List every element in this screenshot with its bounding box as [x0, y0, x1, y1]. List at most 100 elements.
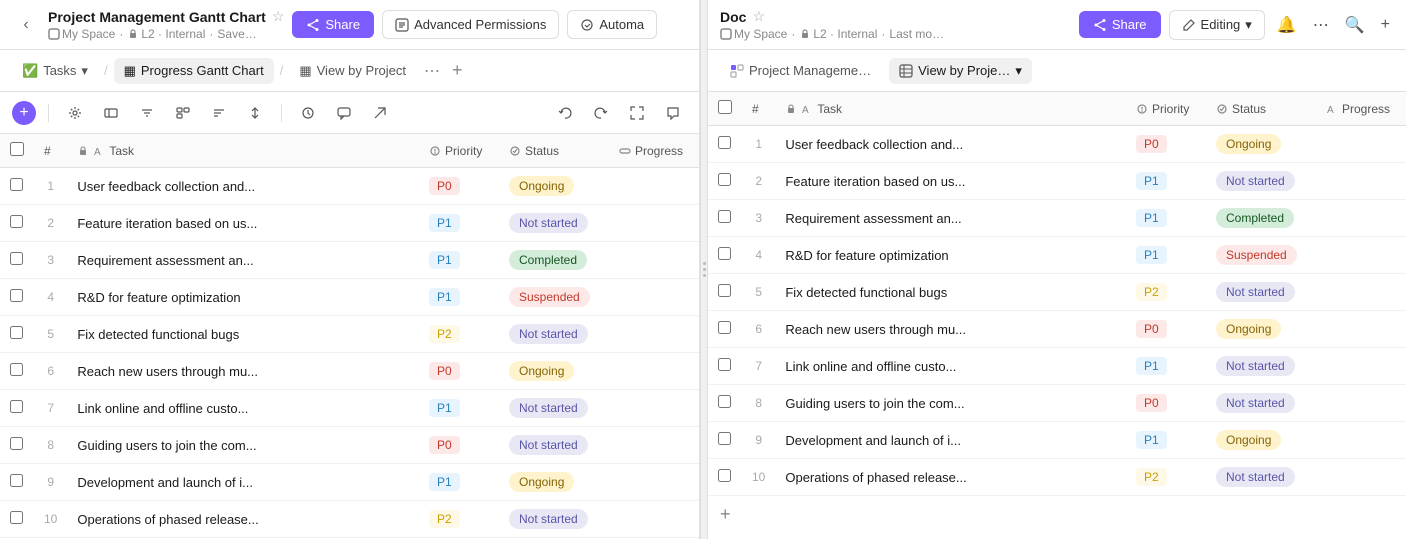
priority-cell[interactable]: P2	[419, 316, 499, 353]
star-icon[interactable]: ☆	[272, 8, 285, 25]
right-select-all[interactable]	[718, 100, 732, 114]
status-cell[interactable]: Not started	[499, 501, 609, 538]
automation-button[interactable]: Automa	[567, 10, 657, 39]
right-task-cell[interactable]: R&D for feature optimization	[775, 237, 1126, 274]
priority-cell[interactable]: P1	[419, 279, 499, 316]
right-status-cell[interactable]: Not started	[1206, 274, 1316, 311]
tab-add-icon[interactable]: +	[448, 56, 467, 85]
row-checkbox[interactable]	[10, 252, 23, 265]
right-task-cell[interactable]: Reach new users through mu...	[775, 311, 1126, 348]
time-button[interactable]	[294, 99, 322, 127]
status-cell[interactable]: Not started	[499, 316, 609, 353]
right-status-cell[interactable]: Completed	[1206, 200, 1316, 237]
comment-button[interactable]	[330, 99, 358, 127]
back-button[interactable]: ‹	[12, 11, 40, 39]
notifications-icon[interactable]: 🔔	[1273, 11, 1301, 39]
right-priority-cell[interactable]: P1	[1126, 200, 1206, 237]
table-row[interactable]: 7 Link online and offline custo... P1 No…	[0, 390, 699, 427]
table-row[interactable]: 10 Operations of phased release... P2 No…	[0, 501, 699, 538]
comment2-button[interactable]	[659, 99, 687, 127]
task-cell[interactable]: Link online and offline custo...	[67, 390, 419, 427]
right-add-icon[interactable]: +	[1377, 12, 1394, 38]
add-row-button[interactable]: +	[12, 101, 36, 125]
right-task-cell[interactable]: Development and launch of i...	[775, 422, 1126, 459]
right-priority-cell[interactable]: P2	[1126, 459, 1206, 496]
right-status-cell[interactable]: Not started	[1206, 385, 1316, 422]
right-share-button[interactable]: Share	[1079, 11, 1161, 38]
advanced-permissions-button[interactable]: Advanced Permissions	[382, 10, 559, 39]
task-cell[interactable]: Guiding users to join the com...	[67, 427, 419, 464]
table-row[interactable]: 1 User feedback collection and... P0 Ong…	[708, 126, 1406, 163]
row-checkbox[interactable]	[10, 178, 23, 191]
right-priority-cell[interactable]: P1	[1126, 348, 1206, 385]
tab-gantt[interactable]: ▦ Progress Gantt Chart	[114, 58, 274, 84]
right-priority-cell[interactable]: P0	[1126, 126, 1206, 163]
settings-button[interactable]	[61, 99, 89, 127]
right-row-checkbox[interactable]	[718, 284, 731, 297]
right-priority-cell[interactable]: P1	[1126, 422, 1206, 459]
tab-view-by-project[interactable]: ▦ View by Project	[289, 58, 416, 84]
status-cell[interactable]: Suspended	[499, 279, 609, 316]
right-status-cell[interactable]: Ongoing	[1206, 311, 1316, 348]
right-status-cell[interactable]: Ongoing	[1206, 126, 1316, 163]
group-button[interactable]	[169, 99, 197, 127]
table-row[interactable]: 1 User feedback collection and... P0 Ong…	[0, 168, 699, 205]
task-cell[interactable]: Feature iteration based on us...	[67, 205, 419, 242]
row-checkbox[interactable]	[10, 215, 23, 228]
right-status-cell[interactable]: Not started	[1206, 459, 1316, 496]
status-cell[interactable]: Not started	[499, 205, 609, 242]
priority-cell[interactable]: P1	[419, 390, 499, 427]
right-row-checkbox[interactable]	[718, 469, 731, 482]
table-row[interactable]: 6 Reach new users through mu... P0 Ongoi…	[708, 311, 1406, 348]
row-checkbox[interactable]	[10, 474, 23, 487]
right-task-cell[interactable]: Guiding users to join the com...	[775, 385, 1126, 422]
right-row-checkbox[interactable]	[718, 247, 731, 260]
table-row[interactable]: 6 Reach new users through mu... P0 Ongoi…	[0, 353, 699, 390]
hide-button[interactable]	[97, 99, 125, 127]
row-checkbox[interactable]	[10, 511, 23, 524]
right-search-icon[interactable]: 🔍	[1341, 11, 1369, 39]
right-priority-cell[interactable]: P2	[1126, 274, 1206, 311]
right-project-tab[interactable]: Project Manageme…	[720, 58, 881, 83]
status-cell[interactable]: Completed	[499, 242, 609, 279]
right-row-checkbox[interactable]	[718, 136, 731, 149]
export-button[interactable]	[366, 99, 394, 127]
table-row[interactable]: 5 Fix detected functional bugs P2 Not st…	[708, 274, 1406, 311]
right-row-checkbox[interactable]	[718, 395, 731, 408]
tabs-more-icon[interactable]: ⋯	[420, 57, 444, 85]
task-cell[interactable]: Requirement assessment an...	[67, 242, 419, 279]
task-cell[interactable]: Fix detected functional bugs	[67, 316, 419, 353]
status-cell[interactable]: Ongoing	[499, 168, 609, 205]
right-view-tab[interactable]: View by Proje… ▾	[889, 58, 1032, 84]
right-row-checkbox[interactable]	[718, 321, 731, 334]
row-checkbox[interactable]	[10, 289, 23, 302]
table-row[interactable]: 9 Development and launch of i... P1 Ongo…	[708, 422, 1406, 459]
right-priority-cell[interactable]: P1	[1126, 237, 1206, 274]
right-task-cell[interactable]: User feedback collection and...	[775, 126, 1126, 163]
status-cell[interactable]: Not started	[499, 427, 609, 464]
priority-cell[interactable]: P1	[419, 464, 499, 501]
priority-cell[interactable]: P0	[419, 427, 499, 464]
right-row-checkbox[interactable]	[718, 210, 731, 223]
priority-cell[interactable]: P0	[419, 168, 499, 205]
priority-cell[interactable]: P1	[419, 242, 499, 279]
table-row[interactable]: 8 Guiding users to join the com... P0 No…	[708, 385, 1406, 422]
table-row[interactable]: 5 Fix detected functional bugs P2 Not st…	[0, 316, 699, 353]
task-cell[interactable]: Reach new users through mu...	[67, 353, 419, 390]
sort-button[interactable]	[205, 99, 233, 127]
right-status-cell[interactable]: Ongoing	[1206, 422, 1316, 459]
right-star-icon[interactable]: ☆	[752, 8, 765, 25]
fullscreen-button[interactable]	[623, 99, 651, 127]
priority-cell[interactable]: P1	[419, 205, 499, 242]
table-row[interactable]: 2 Feature iteration based on us... P1 No…	[0, 205, 699, 242]
right-task-cell[interactable]: Operations of phased release...	[775, 459, 1126, 496]
row-checkbox[interactable]	[10, 437, 23, 450]
table-row[interactable]: 10 Operations of phased release... P2 No…	[708, 459, 1406, 496]
table-row[interactable]: 9 Development and launch of i... P1 Ongo…	[0, 464, 699, 501]
right-row-checkbox[interactable]	[718, 432, 731, 445]
right-task-cell[interactable]: Fix detected functional bugs	[775, 274, 1126, 311]
status-cell[interactable]: Ongoing	[499, 464, 609, 501]
right-task-cell[interactable]: Feature iteration based on us...	[775, 163, 1126, 200]
right-priority-cell[interactable]: P0	[1126, 385, 1206, 422]
editing-button[interactable]: Editing ▾	[1169, 10, 1265, 40]
